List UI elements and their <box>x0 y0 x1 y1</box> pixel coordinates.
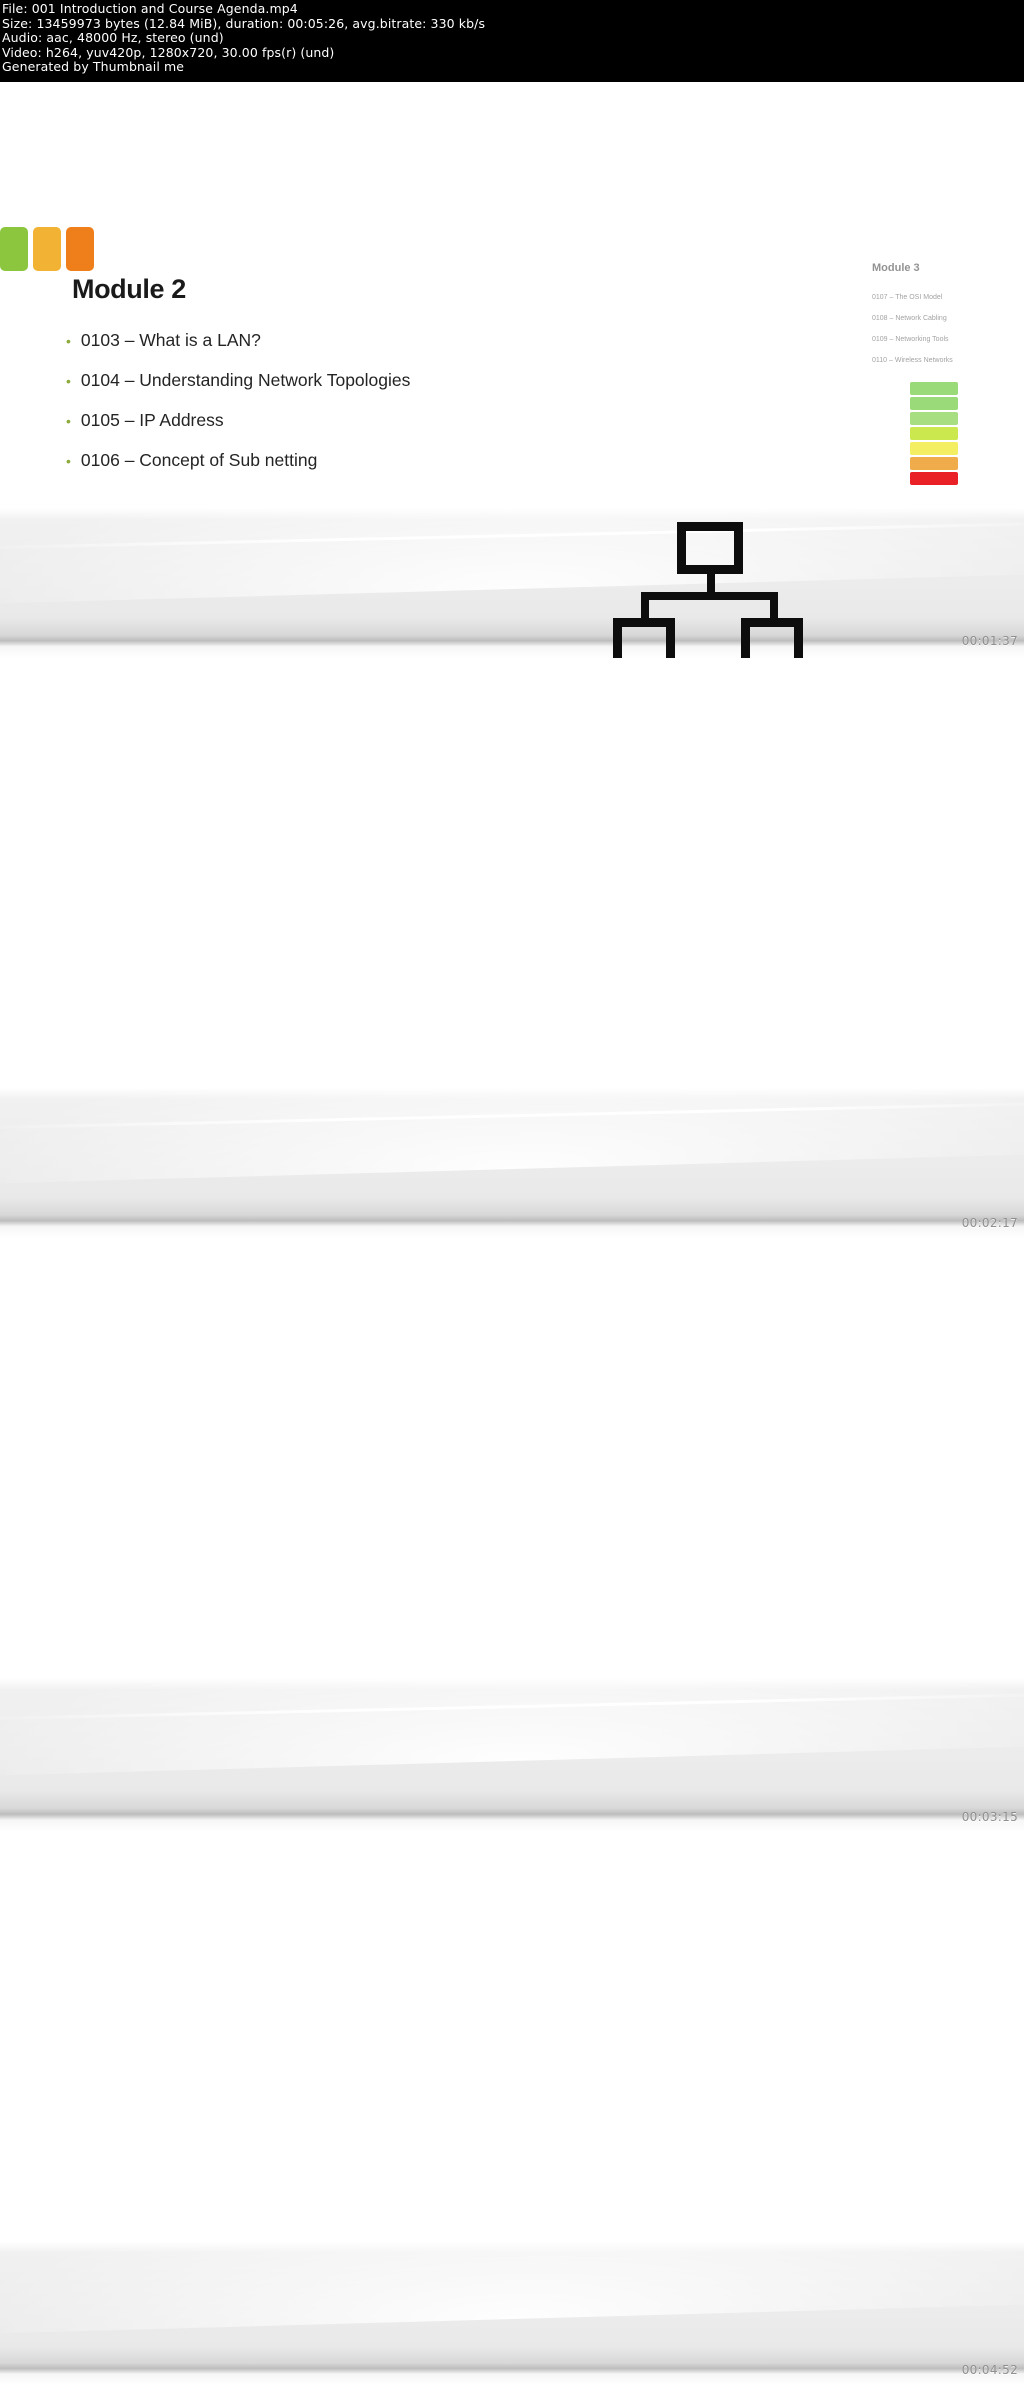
thumbnail-frame[interactable]: Module 6 •0115 – Understanding DHCP •011… <box>0 1834 1024 2387</box>
media-file-line: File: 001 Introduction and Course Agenda… <box>2 1 298 16</box>
topology-link <box>707 574 715 594</box>
thumbnail-frame[interactable]: Module 3 •0107 – The OSI Model •0108 – N… <box>0 660 1024 1240</box>
media-video-line: Video: h264, yuv420p, 1280x720, 30.00 fp… <box>2 44 335 60</box>
list-item-label: 0105 – IP Address <box>80 410 224 430</box>
bullet-dot-icon: • <box>66 333 71 349</box>
next-slide-preview: Module 3 0107 – The OSI Model 0108 – Net… <box>872 262 1022 364</box>
topology-node-top <box>677 522 743 574</box>
list-item: • 0104 – Understanding Network Topologies <box>66 360 410 400</box>
frame-timestamp: 00:01:37 <box>961 634 1018 648</box>
thumbnail-frame[interactable]: Module 2 • 0103 – What is a LAN? • 0104 – … <box>0 82 1024 660</box>
network-topology-icon <box>613 522 803 658</box>
thumbnail-frame-grid: Module 2 • 0103 – What is a LAN? • 0104 – … <box>0 82 1024 2387</box>
next-slide-line: 0109 – Networking Tools <box>872 336 949 343</box>
topology-link <box>641 592 649 618</box>
module-chip-group <box>0 227 94 271</box>
bullet-dot-icon: • <box>66 413 71 429</box>
osi-mini-row <box>910 457 958 470</box>
slide-background <box>0 660 1024 1238</box>
next-slide-osi-thumbnail <box>910 382 958 487</box>
thumbnail-frame[interactable]: Module 4 •0111 – All about IPv4 •0112 – … <box>0 1240 1024 1834</box>
next-slide-line: 0108 – Network Cabling <box>872 315 947 322</box>
next-slide-line: 0107 – The OSI Model <box>872 294 943 301</box>
bullet-dot-icon: • <box>66 453 71 469</box>
osi-mini-row <box>910 442 958 455</box>
slide-background <box>0 1834 1024 2385</box>
chip-orange-icon <box>66 227 94 271</box>
slide-background <box>0 1240 1024 1832</box>
list-item-label: 0103 – What is a LAN? <box>80 330 261 350</box>
module-title: Module 2 <box>72 274 186 304</box>
list-item: • 0103 – What is a LAN? <box>66 320 410 360</box>
frame-timestamp: 00:04:52 <box>961 2363 1018 2377</box>
frame-timestamp: 00:03:15 <box>961 1810 1018 1824</box>
osi-mini-row <box>910 427 958 440</box>
frame-timestamp: 00:02:17 <box>961 1216 1018 1230</box>
osi-mini-row <box>910 397 958 410</box>
osi-mini-row <box>910 412 958 425</box>
media-generated-line: Generated by Thumbnail me <box>2 59 185 75</box>
topology-node-left <box>613 618 675 658</box>
topology-node-right <box>741 618 803 658</box>
chip-yellow-icon <box>33 227 61 271</box>
bullet-dot-icon: • <box>66 373 71 389</box>
osi-mini-row <box>910 382 958 395</box>
media-size-line: Size: 13459973 bytes (12.84 MiB), durati… <box>2 15 486 31</box>
list-item: • 0105 – IP Address <box>66 400 410 440</box>
module-bullet-list: • 0103 – What is a LAN? • 0104 – Understan… <box>66 320 410 480</box>
osi-mini-row <box>910 472 958 485</box>
topology-link <box>770 592 778 618</box>
chip-green-icon <box>0 227 28 271</box>
list-item-label: 0104 – Understanding Network Topologies <box>80 370 411 390</box>
next-slide-line: 0110 – Wireless Networks <box>872 357 953 364</box>
list-item-label: 0106 – Concept of Sub netting <box>80 450 318 470</box>
media-info-header: File: 001 Introduction and Course Agenda… <box>0 0 1024 82</box>
media-audio-line: Audio: aac, 48000 Hz, stereo (und) <box>2 30 224 46</box>
list-item: • 0106 – Concept of Sub netting <box>66 440 410 480</box>
topology-link <box>643 592 777 600</box>
next-slide-title: Module 3 <box>872 262 920 274</box>
